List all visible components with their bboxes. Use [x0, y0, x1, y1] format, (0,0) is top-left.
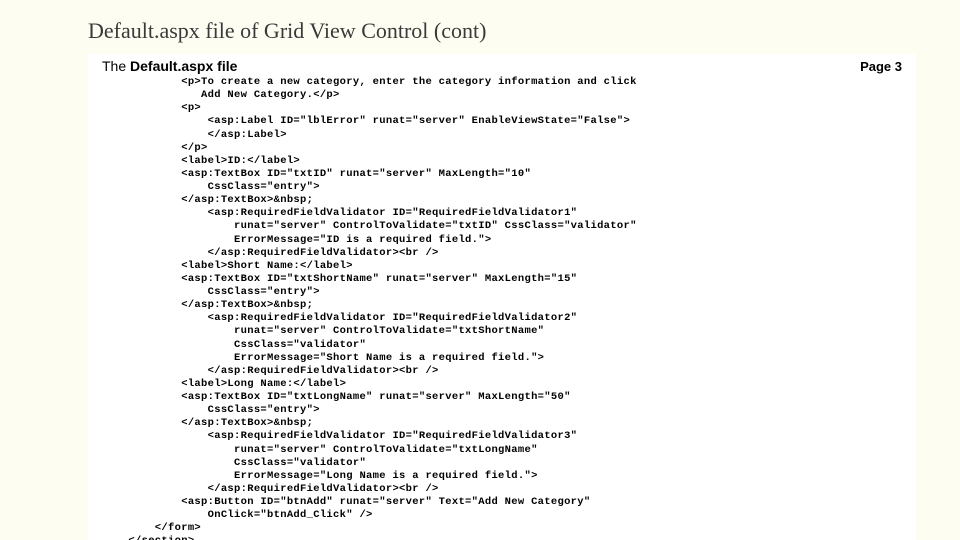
- panel-header: The Default.aspx file Page 3: [96, 58, 908, 74]
- code-block: <p>To create a new category, enter the c…: [96, 76, 908, 540]
- code-panel: The Default.aspx file Page 3 <p>To creat…: [88, 54, 916, 540]
- panel-header-left: The Default.aspx file: [102, 58, 237, 74]
- slide-title: Default.aspx file of Grid View Control (…: [88, 18, 920, 44]
- slide: Default.aspx file of Grid View Control (…: [0, 0, 960, 540]
- panel-header-prefix: The: [102, 58, 130, 74]
- panel-header-filename: Default.aspx file: [130, 58, 237, 74]
- panel-page-label: Page 3: [860, 59, 902, 74]
